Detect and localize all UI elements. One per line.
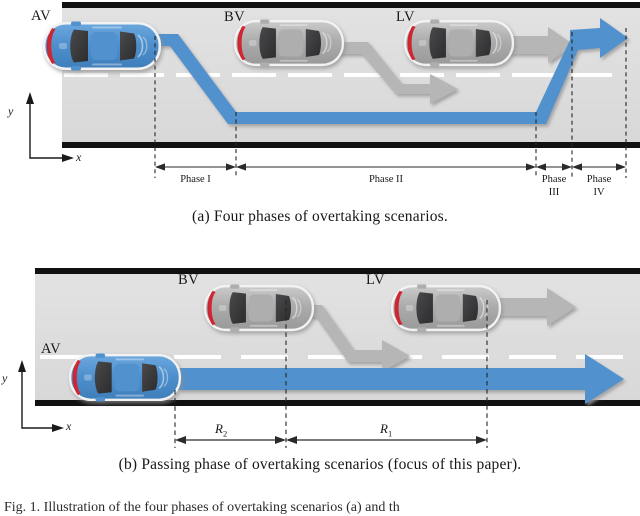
road-edge-bottom-a [62, 142, 640, 148]
range-label-r1-sub: 1 [387, 428, 393, 439]
range-label-r2-sub: 2 [222, 428, 228, 439]
road-edge-top-a [62, 2, 640, 8]
axis-b-x-arrowhead [52, 424, 64, 432]
vehicle-av-a [43, 21, 161, 71]
axis-label-y-b: y [2, 371, 8, 385]
figure-illustration: AV BV LV y x Phase I Phase II Phase III … [0, 0, 640, 515]
axis-label-y-a: y [8, 104, 14, 118]
phase-label-3-numeral: III [548, 187, 560, 198]
phase-label-4: Phase [586, 174, 612, 185]
panel-b [18, 268, 640, 448]
axis-label-x-a: x [76, 150, 82, 164]
road-edge-top-b [35, 268, 640, 274]
range-label-r2-base: R [215, 421, 223, 436]
vehicle-lv-b [390, 284, 502, 332]
vehicle-label-lv-b: LV [366, 272, 385, 288]
phase-label-2: Phase II [368, 174, 404, 185]
axis-a-x-arrowhead [62, 154, 74, 162]
vehicle-av-b [68, 353, 182, 402]
vehicle-label-bv-a: BV [224, 9, 246, 25]
axis-a [29, 100, 66, 159]
vehicle-bv-a [233, 19, 345, 67]
range-label-r1-base: R [380, 421, 388, 436]
vehicle-label-av-b: AV [41, 341, 62, 357]
phase-label-4-numeral: IV [593, 187, 605, 198]
subfigure-caption-a: (a) Four phases of overtaking scenarios. [192, 208, 448, 225]
figure-caption: Fig. 1. Illustration of the four phases … [4, 500, 400, 515]
panel-a [26, 2, 640, 178]
axis-b-y-arrowhead [18, 360, 26, 372]
vehicle-lv-a [403, 19, 515, 67]
subfigure-caption-b: (b) Passing phase of overtaking scenario… [118, 456, 522, 473]
range-label-r1: R1 [380, 421, 392, 439]
figure-canvas [18, 2, 640, 448]
phase-label-3: Phase [541, 174, 567, 185]
axis-a-y-arrowhead [26, 92, 34, 104]
vehicle-label-av-a: AV [31, 8, 52, 24]
range-label-r2: R2 [215, 421, 227, 439]
vehicle-label-bv-b: BV [178, 272, 200, 288]
vehicle-bv-b [203, 284, 315, 332]
phase-label-1: Phase I [180, 174, 211, 185]
axis-label-x-b: x [66, 419, 72, 433]
vehicle-label-lv-a: LV [396, 9, 415, 25]
